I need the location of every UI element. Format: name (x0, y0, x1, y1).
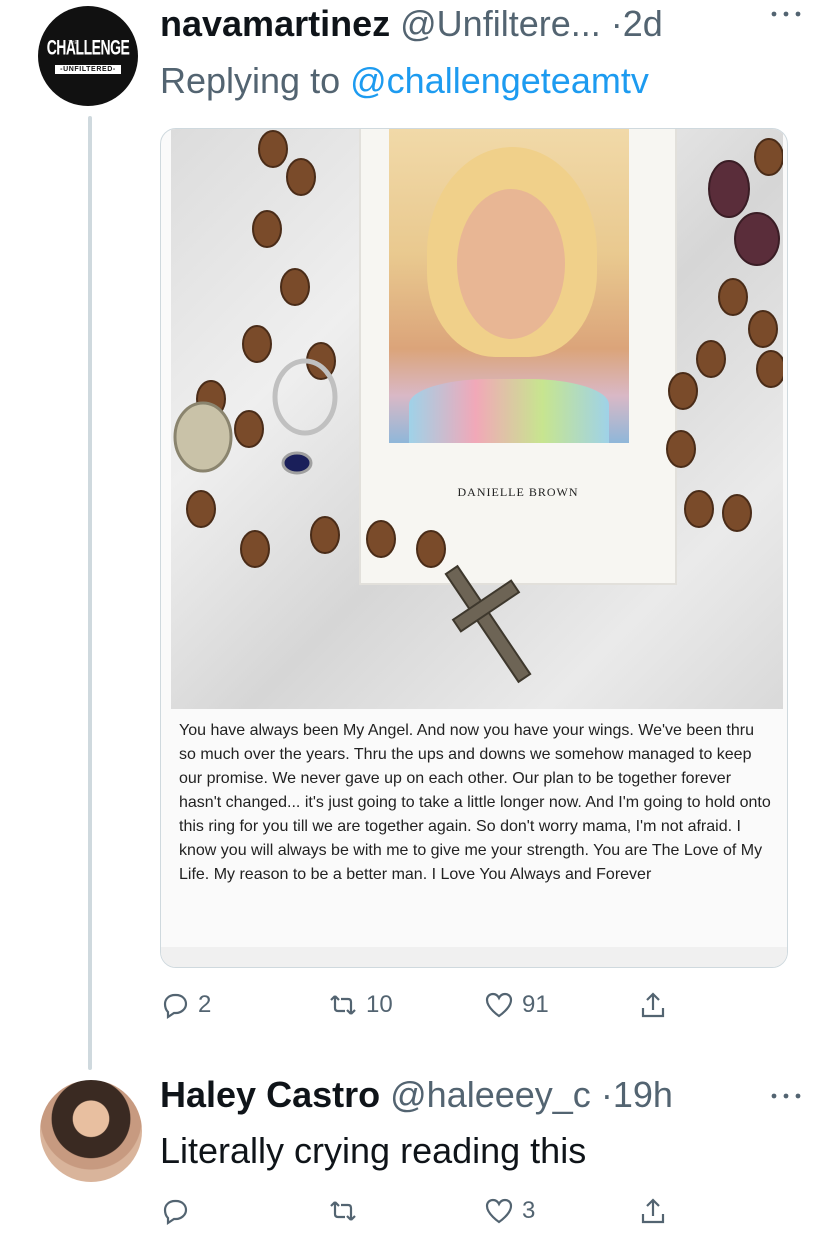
separator-dot: · (600, 1074, 613, 1115)
image-footer (161, 947, 787, 967)
timestamp[interactable]: 19h (613, 1074, 673, 1115)
replying-mention-link[interactable]: @challengeteamtv (350, 60, 649, 101)
like-button[interactable]: 3 (484, 1196, 535, 1226)
tweet-actions: 2 10 91 (160, 990, 680, 1030)
reply-icon (163, 1199, 188, 1226)
user-handle[interactable]: @haleeey_c (390, 1074, 591, 1115)
reply-icon (163, 993, 188, 1020)
retweet-button[interactable] (328, 1196, 366, 1226)
tweet-image[interactable]: DANIELLE BROWN You have always been My A… (160, 128, 788, 968)
share-icon (641, 1198, 665, 1224)
retweet-button[interactable]: 10 (328, 990, 393, 1020)
reply-count: 2 (198, 991, 212, 1018)
like-count: 91 (522, 991, 549, 1018)
heart-icon (485, 1198, 513, 1224)
more-icon[interactable] (766, 4, 806, 24)
like-button[interactable]: 91 (484, 990, 549, 1020)
like-count: 3 (522, 1197, 536, 1224)
avatar[interactable] (40, 1080, 142, 1182)
unfiltered-logo-text: -UNFILTERED- (55, 64, 121, 74)
reply-button[interactable]: 2 (160, 990, 211, 1020)
retweet-icon (330, 995, 356, 1015)
display-name[interactable]: Haley Castro (160, 1074, 380, 1115)
display-name[interactable]: navamartinez (160, 3, 390, 44)
reply-button[interactable] (160, 1196, 198, 1226)
share-button[interactable] (638, 1196, 668, 1226)
image-text: You have always been My Angel. And now y… (179, 722, 771, 883)
more-icon[interactable] (766, 1086, 806, 1106)
share-button[interactable] (638, 990, 668, 1020)
heart-icon (485, 992, 513, 1018)
replying-to: Replying to @challengeteamtv (160, 60, 649, 102)
retweet-icon (330, 1201, 356, 1221)
thread-line (88, 116, 92, 1070)
tweet-header: Haley Castro @haleeey_c ·19h (160, 1074, 673, 1116)
tweet-actions: 3 (160, 1196, 680, 1236)
user-handle[interactable]: @Unfiltere... (400, 3, 601, 44)
avatar[interactable]: THE CHALLENGE -UNFILTERED- (38, 6, 138, 106)
challenge-logo-text: CHALLENGE (46, 34, 130, 59)
timestamp[interactable]: 2d (623, 3, 663, 44)
tweet-text: Literally crying reading this (160, 1130, 587, 1171)
replying-prefix: Replying to (160, 60, 341, 101)
separator-dot: · (610, 3, 623, 44)
tweet-header: navamartinez @Unfiltere... ·2d (160, 4, 808, 44)
share-icon (641, 992, 665, 1018)
retweet-count: 10 (366, 991, 393, 1018)
rosary-beads (173, 130, 783, 684)
